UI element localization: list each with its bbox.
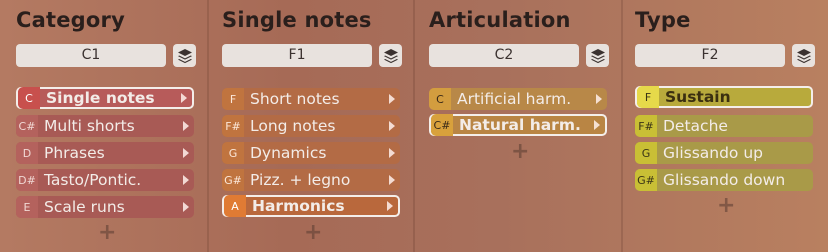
key-badge: C <box>18 87 40 109</box>
layers-icon[interactable] <box>379 44 402 67</box>
layers-icon[interactable] <box>792 44 815 67</box>
list-item[interactable]: A Harmonics <box>222 195 400 217</box>
key-badge: A <box>224 195 246 217</box>
plus-icon[interactable]: + <box>304 220 322 245</box>
chevron-right-icon <box>183 148 189 158</box>
list-item[interactable]: D Phrases <box>16 142 194 164</box>
list-item[interactable]: F Sustain <box>635 86 813 108</box>
list-item[interactable]: C Artificial harm. <box>429 88 607 110</box>
key-badge: C# <box>16 115 38 137</box>
item-label: Sustain <box>665 88 731 106</box>
plus-icon[interactable]: + <box>98 220 116 245</box>
item-label: Dynamics <box>250 144 327 162</box>
item-label: Glissando down <box>663 171 786 189</box>
column-articulation: Articulation C2 C Artificial harm. C# Na… <box>425 0 615 252</box>
layers-icon[interactable] <box>173 44 196 67</box>
key-badge: D# <box>16 169 38 191</box>
list-item[interactable]: E Scale runs <box>16 196 194 218</box>
column-divider <box>207 0 209 252</box>
list-item[interactable]: F Short notes <box>222 88 400 110</box>
list-item[interactable]: C# Natural harm. <box>429 114 607 136</box>
key-badge: E <box>16 196 38 218</box>
key-badge: G <box>635 142 657 164</box>
keyswitch-field[interactable]: C1 <box>16 44 166 67</box>
chevron-right-icon <box>183 175 189 185</box>
item-label: Glissando up <box>663 144 764 162</box>
list-item[interactable]: G# Pizz. + legno <box>222 169 400 191</box>
list-item[interactable]: G Glissando up <box>635 142 813 164</box>
column-divider <box>621 0 623 252</box>
chevron-right-icon <box>594 120 600 130</box>
chevron-right-icon <box>387 201 393 211</box>
chevron-right-icon <box>183 121 189 131</box>
key-badge: G <box>222 142 244 164</box>
key-badge: F# <box>635 115 657 137</box>
chevron-right-icon <box>181 93 187 103</box>
chevron-right-icon <box>389 175 395 185</box>
key-badge: G# <box>635 169 657 191</box>
list-item[interactable]: C# Multi shorts <box>16 115 194 137</box>
column-title: Type <box>635 8 691 32</box>
plus-icon[interactable]: + <box>511 139 529 164</box>
plus-icon[interactable]: + <box>717 193 735 218</box>
item-label: Short notes <box>250 90 340 108</box>
item-label: Long notes <box>250 117 336 135</box>
item-label: Artificial harm. <box>457 90 572 108</box>
item-label: Phrases <box>44 144 105 162</box>
column-single-notes: Single notes F1 F Short notes F# Long no… <box>218 0 408 252</box>
key-badge: F <box>222 88 244 110</box>
key-badge: C <box>429 88 451 110</box>
list-item[interactable]: G Dynamics <box>222 142 400 164</box>
chevron-right-icon <box>389 148 395 158</box>
column-title: Category <box>16 8 125 32</box>
list-item[interactable]: C Single notes <box>16 87 194 109</box>
chevron-right-icon <box>596 94 602 104</box>
list-item[interactable]: G# Glissando down <box>635 169 813 191</box>
layers-icon[interactable] <box>586 44 609 67</box>
list-item[interactable]: F# Long notes <box>222 115 400 137</box>
item-label: Scale runs <box>44 198 125 216</box>
chevron-right-icon <box>389 121 395 131</box>
item-label: Harmonics <box>252 197 345 215</box>
column-category: Category C1 C Single notes C# Multi shor… <box>12 0 202 252</box>
key-badge: D <box>16 142 38 164</box>
item-label: Natural harm. <box>459 116 581 134</box>
column-title: Articulation <box>429 8 571 32</box>
item-label: Single notes <box>46 89 155 107</box>
item-label: Multi shorts <box>44 117 135 135</box>
item-label: Pizz. + legno <box>250 171 351 189</box>
column-type: Type F2 F Sustain F# Detache G Glissando… <box>631 0 821 252</box>
keyswitch-field[interactable]: F1 <box>222 44 372 67</box>
column-title: Single notes <box>222 8 372 32</box>
key-badge: G# <box>222 169 244 191</box>
list-item[interactable]: F# Detache <box>635 115 813 137</box>
list-item[interactable]: D# Tasto/Pontic. <box>16 169 194 191</box>
item-label: Tasto/Pontic. <box>44 171 142 189</box>
keyswitch-field[interactable]: F2 <box>635 44 785 67</box>
column-divider <box>413 0 415 252</box>
keyswitch-field[interactable]: C2 <box>429 44 579 67</box>
chevron-right-icon <box>389 94 395 104</box>
key-badge: F# <box>222 115 244 137</box>
key-badge: F <box>637 86 659 108</box>
chevron-right-icon <box>183 202 189 212</box>
item-label: Detache <box>663 117 728 135</box>
key-badge: C# <box>431 114 453 136</box>
